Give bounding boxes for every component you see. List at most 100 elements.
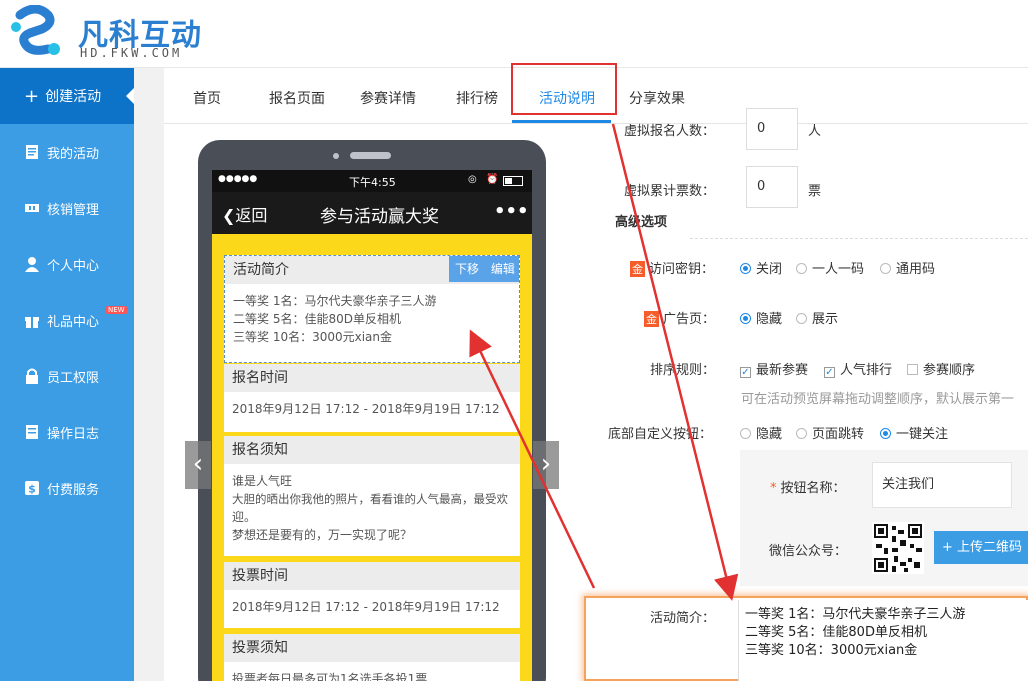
tab-signup-page[interactable]: 报名页面 — [269, 88, 325, 108]
gold-badge: 金 — [630, 261, 645, 277]
card-signup-notes[interactable]: 报名须知 谁是人气旺 大胆的晒出你我他的照片，看看谁的人气最高，最受欢 迎。 梦… — [224, 436, 520, 556]
sidebar-item-create-activity[interactable]: + 创建活动 — [0, 68, 134, 124]
sidebar-item-label: 创建活动 — [45, 89, 102, 105]
content-gutter — [134, 68, 164, 681]
access-key-option-common[interactable]: 通用码 — [880, 258, 935, 277]
phone-speaker — [350, 152, 391, 159]
intro-label: 活动简介： — [650, 611, 716, 626]
virtual-votes-unit: 票 — [808, 184, 822, 199]
virtual-votes-label: 虚拟累计票数： — [624, 184, 716, 199]
option-label: 一人一码 — [812, 262, 865, 277]
wechat-label: 微信公众号： — [769, 544, 848, 559]
button-name-input[interactable]: 关注我们 — [872, 462, 1012, 508]
more-icon[interactable]: ••• — [494, 201, 529, 222]
card-line: 投票者每日最多可为1名选手各投1票 — [232, 672, 428, 681]
radio-icon — [880, 263, 891, 274]
access-key-option-per-person[interactable]: 一人一码 — [796, 258, 864, 277]
tab-home[interactable]: 首页 — [193, 88, 221, 108]
card-line: 二等奖 5名：佳能80D单反相机 — [233, 312, 401, 326]
option-label: 隐藏 — [756, 312, 783, 327]
card-edit-toolbar: 下移 编辑 — [449, 256, 519, 282]
tab-leaderboard[interactable]: 排行榜 — [456, 88, 498, 108]
card-title: 投票须知 — [224, 634, 520, 662]
card-body: 投票者每日最多可为1名选手各投1票 — [224, 662, 520, 681]
option-label: 最新参赛 — [756, 363, 809, 378]
sidebar-item-personal-center[interactable]: 个人中心 — [0, 236, 134, 292]
new-badge: NEW — [106, 306, 127, 314]
access-key-label: 金访问密钥： — [630, 258, 714, 277]
phone-camera — [333, 153, 339, 159]
sidebar-item-staff-permissions[interactable]: 员工权限 — [0, 348, 134, 404]
radio-icon — [740, 263, 751, 274]
option-label: 关闭 — [756, 262, 783, 277]
sidebar-item-verification[interactable]: 核销管理 — [0, 180, 134, 236]
sidebar: + 创建活动 我的活动 核销管理 个人中心 礼品中心 NEW 员工权限 操作日志… — [0, 68, 134, 681]
preview-next-button[interactable]: › — [533, 441, 559, 489]
qr-code-image — [872, 522, 924, 574]
ad-page-option-hide[interactable]: 隐藏 — [740, 308, 782, 327]
card-line: 2018年9月12日 17:12 - 2018年9月19日 17:12 — [232, 600, 500, 614]
sidebar-item-operation-log[interactable]: 操作日志 — [0, 404, 134, 460]
radio-icon — [796, 313, 807, 324]
back-label: 返回 — [235, 206, 268, 225]
gift-icon — [25, 317, 39, 328]
card-body: 2018年9月12日 17:12 - 2018年9月19日 17:12 — [224, 590, 520, 624]
sort-rule-hint: 可在活动预览屏幕拖动调整顺序，默认展示第一 — [741, 392, 1015, 407]
card-line: 2018年9月12日 17:12 - 2018年9月19日 17:12 — [232, 402, 500, 416]
bottom-button-option-redirect[interactable]: 页面跳转 — [796, 423, 864, 442]
sidebar-item-gift-center[interactable]: 礼品中心 NEW — [0, 292, 134, 348]
option-label: 展示 — [812, 312, 839, 327]
ad-page-text: 广告页： — [663, 312, 716, 327]
sidebar-item-label: 我的活动 — [47, 146, 100, 162]
radio-icon — [796, 428, 807, 439]
option-label: 页面跳转 — [812, 427, 865, 442]
alarm-icon: ⏰ — [486, 174, 499, 185]
sidebar-item-my-activities[interactable]: 我的活动 — [0, 124, 134, 180]
access-key-option-off[interactable]: 关闭 — [740, 258, 782, 277]
user-icon — [25, 257, 39, 272]
logo-icon[interactable] — [6, 5, 66, 63]
chevron-left-icon: ❮ — [222, 206, 236, 225]
button-name-label: * 按钮名称： — [770, 477, 846, 496]
virtual-votes-input[interactable]: 0 — [746, 166, 798, 208]
card-vote-time[interactable]: 投票时间 2018年9月12日 17:12 - 2018年9月19日 17:12 — [224, 562, 520, 628]
checkbox-checked-icon: ✓ — [740, 367, 751, 378]
tab-entry-details[interactable]: 参赛详情 — [360, 88, 416, 108]
bottom-button-option-hide[interactable]: 隐藏 — [740, 423, 782, 442]
lock-icon — [26, 368, 38, 384]
svg-text:$: $ — [28, 483, 36, 496]
card-activity-intro[interactable]: 活动简介 下移 编辑 一等奖 1名：马尔代夫豪华亲子三人游 二等奖 5名：佳能8… — [224, 255, 520, 363]
lock-rotation-icon: ◎ — [468, 174, 477, 185]
battery-icon — [503, 176, 523, 186]
radio-icon — [880, 428, 891, 439]
sort-option-latest[interactable]: ✓ 最新参赛 — [740, 359, 808, 378]
upload-qr-button[interactable]: + 上传二维码 — [934, 531, 1028, 564]
dollar-icon: $ — [25, 481, 39, 496]
move-down-button[interactable]: 下移 — [455, 262, 479, 276]
option-label: 参赛顺序 — [923, 363, 976, 378]
back-button[interactable]: ❮返回 — [222, 202, 267, 226]
tab-share-results[interactable]: 分享效果 — [629, 88, 685, 108]
signal-icon: ●●●●● — [218, 174, 258, 184]
gold-badge: 金 — [644, 311, 659, 327]
card-line: 三等奖 10名：3000元xian金 — [233, 330, 393, 344]
card-vote-notes[interactable]: 投票须知 投票者每日最多可为1名选手各投1票 — [224, 634, 520, 681]
active-tab-indicator — [512, 120, 611, 123]
card-line: 迎。 — [232, 510, 257, 524]
document-icon — [26, 145, 38, 159]
sidebar-item-paid-services[interactable]: $ 付费服务 — [0, 460, 134, 516]
bottom-button-label: 底部自定义按钮： — [608, 427, 713, 442]
phone-nav-bar: ❮返回 参与活动赢大奖 ••• — [212, 192, 532, 234]
intro-textarea[interactable]: 一等奖 1名：马尔代夫豪华亲子三人游 二等奖 5名：佳能80D单反相机 三等奖 … — [738, 600, 1028, 681]
phone-page-title: 参与活动赢大奖 — [320, 207, 439, 227]
virtual-signup-label: 虚拟报名人数： — [624, 124, 716, 139]
bottom-button-option-follow[interactable]: 一键关注 — [880, 423, 948, 442]
edit-button[interactable]: 编辑 — [491, 262, 515, 276]
radio-icon — [740, 313, 751, 324]
preview-prev-button[interactable]: ‹ — [185, 441, 211, 489]
sort-option-order[interactable]: 参赛顺序 — [907, 359, 975, 378]
ad-page-option-show[interactable]: 展示 — [796, 308, 838, 327]
virtual-signup-input[interactable]: 0 — [746, 108, 798, 150]
card-signup-time[interactable]: 报名时间 2018年9月12日 17:12 - 2018年9月19日 17:12 — [224, 364, 520, 432]
sort-option-popularity[interactable]: ✓ 人气排行 — [824, 359, 892, 378]
